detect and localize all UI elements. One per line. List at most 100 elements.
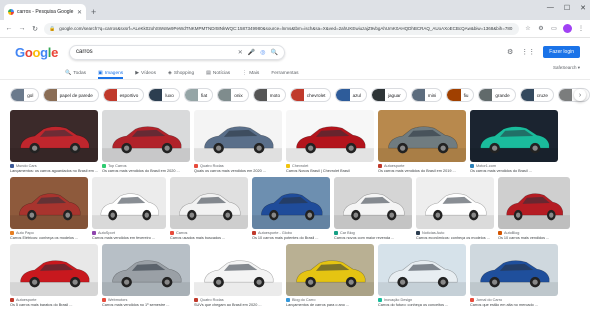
result-caption[interactable]: Lançamentos de carros para o ano ... <box>286 303 374 307</box>
car-thumbnail[interactable] <box>170 177 248 229</box>
result-source[interactable]: Motor1.com <box>470 164 558 168</box>
image-result[interactable]: Autoesporte - Globo Os 10 carros mais pot… <box>252 177 330 240</box>
search-box[interactable]: carros ✕ 🎤 ◎ 🔍 <box>69 44 285 60</box>
car-thumbnail[interactable] <box>416 177 494 229</box>
image-result[interactable]: Blog do Carro Lançamentos de carros para … <box>286 244 374 307</box>
result-caption[interactable]: Carros que estão em alta no mercado ... <box>470 303 558 307</box>
image-result[interactable]: Quatro Rodas SUVs que chegam ao Brasil em… <box>194 244 282 307</box>
related-chip[interactable]: moto <box>252 88 287 102</box>
google-logo[interactable]: Google <box>15 45 65 60</box>
result-source[interactable]: AutoBlog <box>498 231 570 235</box>
cast-icon[interactable]: ▭ <box>550 25 558 32</box>
reload-icon[interactable]: ↻ <box>31 25 39 33</box>
image-result[interactable]: AutoSport Carros mais vendidos em feverei… <box>92 177 166 240</box>
image-result[interactable]: Auto Papo Carros Elétricos: conheça os mo… <box>10 177 88 240</box>
car-thumbnail[interactable] <box>102 110 190 162</box>
result-source[interactable]: Quatro Rodas <box>194 298 282 302</box>
search-icon[interactable]: 🔍 <box>271 49 278 56</box>
car-thumbnail[interactable] <box>252 177 330 229</box>
tab-2[interactable]: ▶ Vídeos <box>135 70 156 79</box>
address-bar[interactable]: 🔒 google.com/search?q=carros&sxsrf=ALeKk… <box>44 22 519 35</box>
search-input[interactable]: carros <box>76 49 233 55</box>
result-caption[interactable]: Lançamentos: os carros aguardados no Bra… <box>10 169 98 173</box>
car-thumbnail[interactable] <box>378 110 466 162</box>
browser-menu-icon[interactable]: ⋮ <box>577 25 585 32</box>
close-tab-icon[interactable]: ✕ <box>77 9 82 16</box>
car-thumbnail[interactable] <box>334 177 412 229</box>
settings-gear-icon[interactable]: ⚙ <box>507 48 513 56</box>
car-thumbnail[interactable] <box>378 244 466 296</box>
tab-3[interactable]: ◈ Shopping <box>168 70 194 79</box>
result-caption[interactable]: Carros Elétricos: conheça os modelos ... <box>10 236 88 240</box>
image-result[interactable]: Chevrolet Carros Novos Brasil | Chevrolet… <box>286 110 374 173</box>
forward-arrow-icon[interactable]: → <box>18 25 26 32</box>
related-chip[interactable]: luxo <box>148 88 180 102</box>
image-result[interactable]: Motor1.com Os carros mais vendidos do Bra… <box>470 110 558 173</box>
result-caption[interactable]: Os 10 carros mais potentes do Brasil ... <box>252 236 330 240</box>
car-thumbnail[interactable] <box>10 244 98 296</box>
image-result[interactable]: Mundo Cars Lançamentos: os carros aguarda… <box>10 110 98 173</box>
car-thumbnail[interactable] <box>102 244 190 296</box>
extension-icon[interactable]: ⚙ <box>537 25 545 32</box>
related-chip[interactable]: chevrolet <box>290 88 332 102</box>
new-tab-icon[interactable]: + <box>91 4 96 20</box>
result-source[interactable]: Blog do Carro <box>286 298 374 302</box>
car-thumbnail[interactable] <box>194 244 282 296</box>
car-thumbnail[interactable] <box>286 110 374 162</box>
related-chip[interactable]: gol <box>10 88 40 102</box>
result-source[interactable]: Carros <box>170 231 248 235</box>
result-source[interactable]: Jornal do Carro <box>470 298 558 302</box>
result-caption[interactable]: Carros econômicos: conheça os modelos ..… <box>416 236 494 240</box>
image-result[interactable]: Autoesporte Os carros mais vendidos do Br… <box>378 110 466 173</box>
related-chip[interactable]: fiat <box>183 88 214 102</box>
tab-5[interactable]: ⋮ Mais <box>242 70 259 79</box>
related-chip[interactable]: cruze <box>519 88 554 102</box>
minimize-icon[interactable]: — <box>547 4 554 12</box>
maximize-icon[interactable]: ☐ <box>564 4 570 12</box>
result-source[interactable]: Autoesporte <box>378 164 466 168</box>
related-chip[interactable]: fiu <box>446 88 475 102</box>
tab-1[interactable]: ▣ Imagens <box>98 70 124 79</box>
related-chip[interactable]: grande <box>478 88 516 102</box>
image-result[interactable]: AutoBlog Os 10 carros mais vendidos ... <box>498 177 570 240</box>
sign-in-button[interactable]: Fazer login <box>543 46 580 58</box>
result-source[interactable]: Quatro Rodas <box>194 164 282 168</box>
tab-4[interactable]: ▤ Notícias <box>206 70 230 79</box>
image-result[interactable]: Webmotors Carros mais vendidos no 1º seme… <box>102 244 190 307</box>
result-source[interactable]: Chevrolet <box>286 164 374 168</box>
back-arrow-icon[interactable]: ← <box>5 25 13 32</box>
car-thumbnail[interactable] <box>470 110 558 162</box>
close-window-icon[interactable]: ✕ <box>580 4 586 12</box>
result-caption[interactable]: Carros do futuro: conheça os conceitos .… <box>378 303 466 307</box>
car-thumbnail[interactable] <box>470 244 558 296</box>
related-chip[interactable]: azul <box>335 88 367 102</box>
result-source[interactable]: Mundo Cars <box>10 164 98 168</box>
result-caption[interactable]: Os 5 carros mais baratos do Brasil ... <box>10 303 98 307</box>
result-caption[interactable]: Os 10 carros mais vendidos ... <box>498 236 570 240</box>
result-caption[interactable]: Carros mais vendidos no 1º semestre ... <box>102 303 190 307</box>
chips-next-arrow-icon[interactable]: › <box>574 89 586 101</box>
result-caption[interactable]: Os carros mais vendidos do Brasil em 201… <box>378 169 466 173</box>
image-result[interactable]: Jornal do Carro Carros que estão em alta … <box>470 244 558 307</box>
result-caption[interactable]: Carros mais vendidos em fevereiro ... <box>92 236 166 240</box>
bookmark-star-icon[interactable]: ☆ <box>524 25 532 32</box>
related-chip[interactable]: jaguar <box>371 88 407 102</box>
result-source[interactable]: Notícias Auto <box>416 231 494 235</box>
result-source[interactable]: Inovação Design <box>378 298 466 302</box>
image-result[interactable]: Car Blog Carros novos com maior revenda .… <box>334 177 412 240</box>
related-chip[interactable]: mini <box>410 88 443 102</box>
result-caption[interactable]: Os carros mais vendidos do Brasil em 202… <box>102 169 190 173</box>
result-caption[interactable]: Os carros mais vendidos do Brasil ... <box>470 169 558 173</box>
result-source[interactable]: Autoesporte <box>10 298 98 302</box>
car-thumbnail[interactable] <box>194 110 282 162</box>
result-source[interactable]: Auto Papo <box>10 231 88 235</box>
result-source[interactable]: Autoesporte - Globo <box>252 231 330 235</box>
camera-search-icon[interactable]: ◎ <box>260 49 265 56</box>
car-thumbnail[interactable] <box>498 177 570 229</box>
result-caption[interactable]: Carros usados mais buscados ... <box>170 236 248 240</box>
car-thumbnail[interactable] <box>92 177 166 229</box>
result-source[interactable]: Top Carros <box>102 164 190 168</box>
tab-6[interactable]: Ferramentas <box>271 71 298 79</box>
profile-avatar[interactable] <box>563 24 572 33</box>
browser-tab[interactable]: carros - Pesquisa Google ✕ <box>4 4 86 20</box>
